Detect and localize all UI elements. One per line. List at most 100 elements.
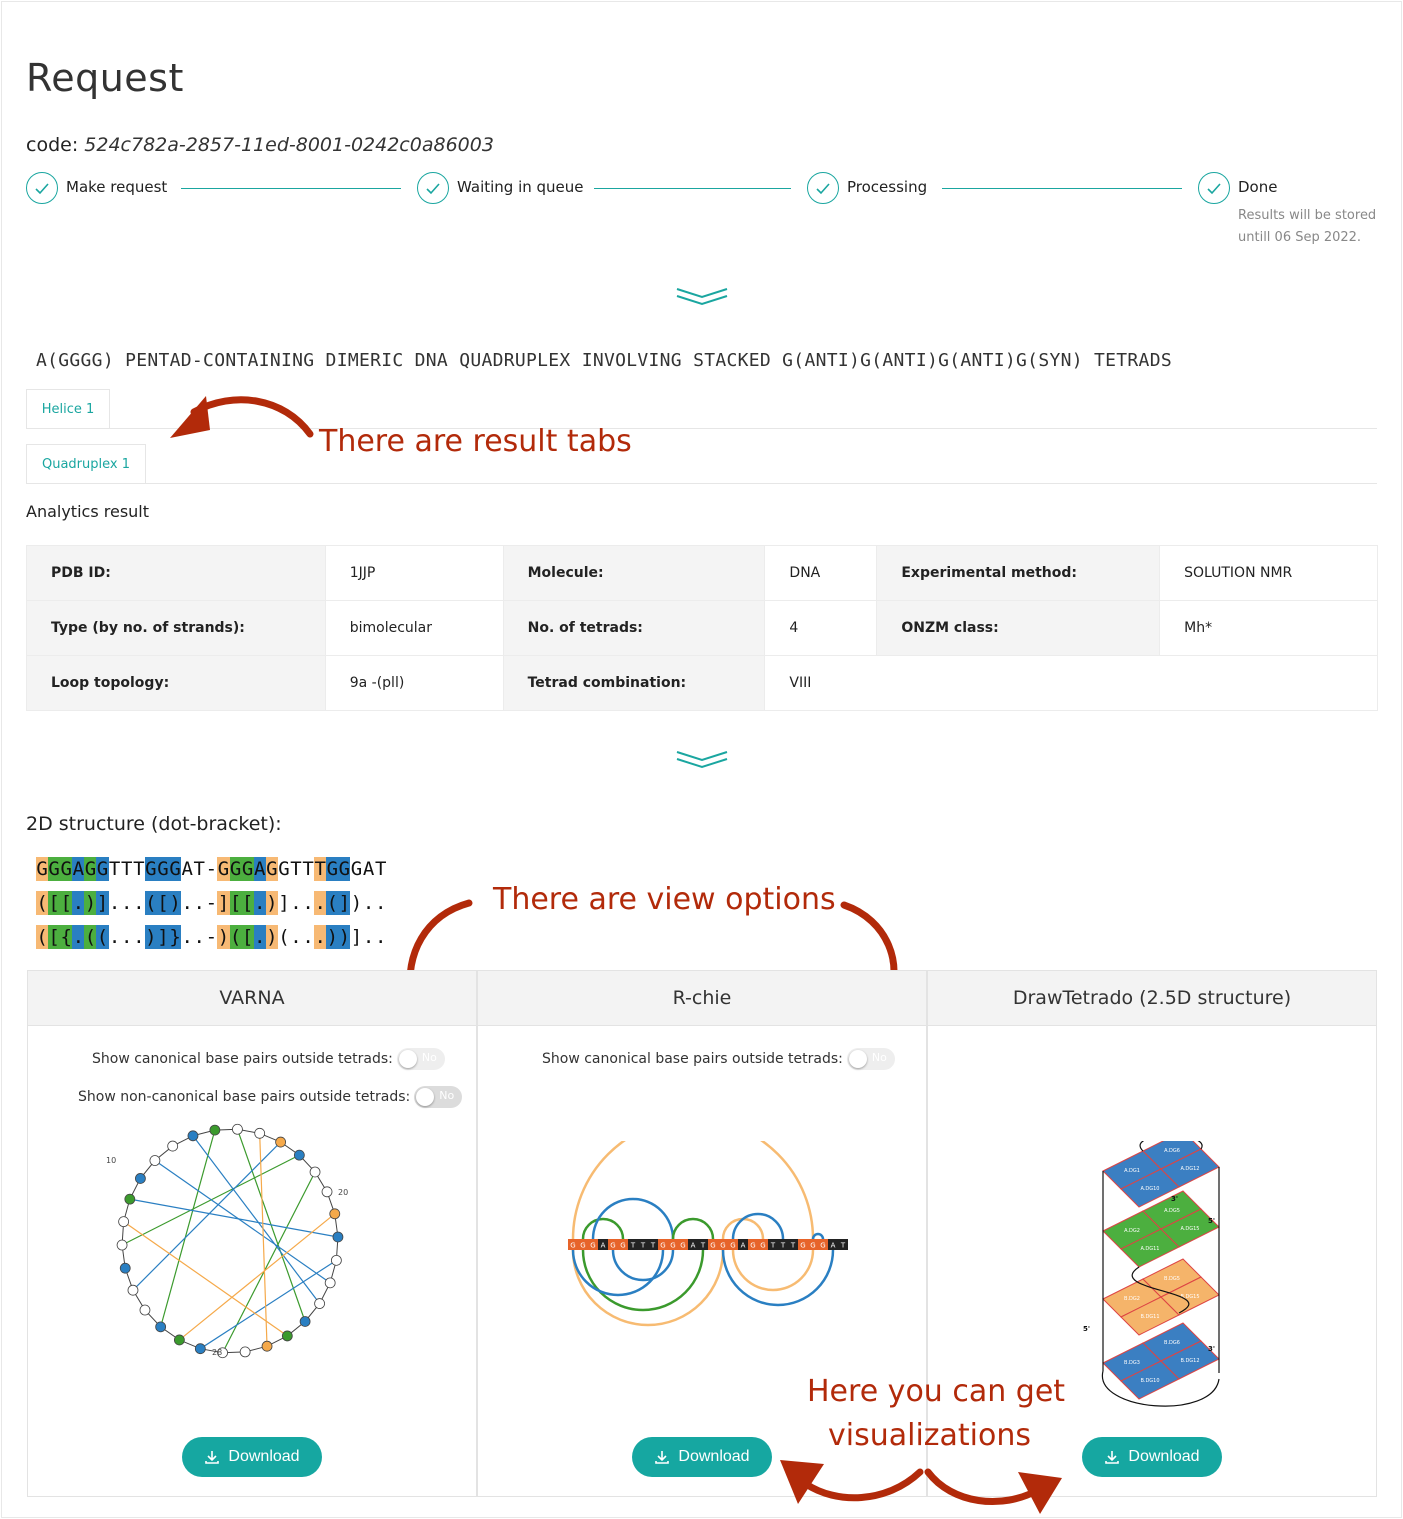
rchie-nucleotide-letter: G (610, 1242, 615, 1250)
tab-quadruplex-1[interactable]: Quadruplex 1 (26, 444, 146, 484)
varna-panel: VARNA Show canonical base pairs outside … (27, 970, 477, 1497)
analytics-key: Molecule: (502, 545, 766, 601)
dotbracket-char: . (290, 892, 302, 914)
dotbracket-char: . (120, 926, 133, 948)
dotbracket-char: . (181, 892, 193, 914)
check-icon (417, 172, 449, 204)
dotbracket-char: ] (350, 926, 363, 948)
rchie-nucleotide-letter: G (730, 1242, 735, 1250)
dotbracket-char: ) (84, 891, 97, 915)
dotbracket-line: ([[.)]...([).. -][[.)]...(]).. (36, 891, 387, 915)
rchie-arc (581, 1217, 625, 1240)
dotbracket-char: T (302, 858, 314, 880)
rchie-nucleotide-letter: G (590, 1242, 595, 1250)
tetrado-nucleotide-label: A.DG11 (1140, 1246, 1159, 1252)
varna-nucleotide (149, 1155, 161, 1166)
dotbracket-char: G (326, 857, 339, 881)
annotation-arrow-icon (170, 396, 314, 438)
dotbracket-char: [ (229, 891, 242, 915)
analytics-title: Analytics result (26, 502, 150, 521)
tab-label: Quadruplex 1 (41, 457, 130, 472)
step-done-description: Results will be stored untill 06 Sep 202… (1238, 208, 1377, 245)
varna-download-button[interactable]: Download (182, 1437, 322, 1477)
analytics-key: ONZM class: (876, 600, 1161, 656)
tetrado-strand-end: 3' (1208, 1345, 1215, 1353)
varna-nucleotide (275, 1136, 287, 1148)
check-icon (1198, 172, 1230, 204)
tetrado-nucleotide-label: A.DG1 (1124, 1168, 1140, 1174)
tetrado-nucleotide-label: B.DG2 (1124, 1296, 1140, 1302)
varna-nucleotide (309, 1166, 321, 1178)
dotbracket-char: A (253, 857, 266, 881)
rchie-nucleotide-letter: G (580, 1242, 585, 1250)
dotbracket-char: T (120, 858, 133, 880)
toggle-label: Show canonical base pairs outside tetrad… (92, 1051, 393, 1067)
dotbracket-char: . (314, 891, 327, 915)
rchie-nucleotide-letter: A (831, 1242, 836, 1250)
dotbracket-char: - (205, 926, 218, 948)
dotbracket-char: T (133, 858, 145, 880)
dotbracket-char: ( (278, 926, 290, 948)
download-icon (1105, 1451, 1120, 1464)
analytics-value: 9a -(pll) (324, 655, 504, 711)
toggle-canonical-switch[interactable]: No (846, 1048, 895, 1070)
tab-helice-1[interactable]: Helice 1 (26, 389, 110, 429)
chevron-down-icon[interactable] (676, 749, 728, 771)
dotbracket-char: { (60, 925, 73, 949)
toggle-state: No (871, 1051, 887, 1064)
dotbracket-char: G (169, 857, 182, 881)
dotbracket-char: - (205, 892, 218, 914)
dotbracket-char: ) (144, 925, 157, 949)
dotbracket-char: G (144, 857, 157, 881)
tetrado-strand-end: 3' (1171, 1195, 1178, 1203)
tetrado-nucleotide-label: B.DG12 (1180, 1358, 1199, 1364)
varna-nucleotide (254, 1127, 266, 1139)
dotbracket-char: T (108, 858, 121, 880)
dotbracket-char: [ (241, 891, 254, 915)
dotbracket-char: [ (156, 891, 170, 915)
varna-nucleotide (187, 1130, 199, 1142)
varna-nucleotide (209, 1124, 221, 1136)
dotbracket-char: } (169, 925, 182, 949)
rchie-nucleotide-letter: G (810, 1242, 815, 1250)
toggle-canonical-row: Show canonical base pairs outside tetrad… (92, 1048, 445, 1070)
dotbracket-char: G (338, 857, 351, 881)
drawtetrado-download-button[interactable]: Download (1082, 1437, 1222, 1477)
chevron-down-icon[interactable] (676, 286, 728, 308)
varna-nucleotide (293, 1149, 305, 1161)
rchie-download-button[interactable]: Download (632, 1437, 772, 1477)
toggle-canonical-switch[interactable]: No (396, 1048, 445, 1070)
step-label: Processing (847, 178, 928, 196)
tetrado-nucleotide-label: B.DG5 (1164, 1276, 1180, 1282)
analytics-value: Mh* (1159, 600, 1378, 656)
dotbracket-char: . (120, 892, 133, 914)
varna-nucleotide (332, 1231, 344, 1243)
dotbracket-char: G (241, 857, 254, 881)
rchie-nucleotide-letter: T (640, 1242, 646, 1250)
varna-base-pair (259, 1133, 268, 1347)
rchie-nucleotide-letter: G (620, 1242, 625, 1250)
annotation-visualizations-line1: Here you can get (807, 1374, 1066, 1409)
toggle-label: Show non-canonical base pairs outside te… (78, 1089, 411, 1105)
dotbracket-char: T (290, 858, 302, 880)
rchie-nucleotide-letter: G (760, 1242, 765, 1250)
toggle-label: Show canonical base pairs outside tetrad… (542, 1051, 843, 1067)
toggle-noncanonical-switch[interactable]: No (414, 1086, 463, 1108)
tetrado-nucleotide-label: B.DG10 (1140, 1378, 1159, 1384)
rchie-nucleotide-letter: A (601, 1242, 606, 1250)
dotbracket-char: - (205, 858, 218, 880)
rchie-nucleotide-letter: G (720, 1242, 725, 1250)
analytics-key: Tetrad combination: (502, 655, 766, 711)
rchie-arc (731, 1249, 815, 1292)
varna-nucleotide (118, 1216, 130, 1228)
varna-nucleotide (324, 1277, 336, 1289)
varna-nucleotide (232, 1123, 243, 1135)
rchie-nucleotide-letter: G (660, 1242, 665, 1250)
rchie-nucleotide-letter: T (630, 1242, 636, 1250)
page-title: Request (26, 56, 184, 100)
dotbracket-char: ] (278, 892, 290, 914)
rchie-nucleotide-letter: T (840, 1242, 846, 1250)
panel-title: R-chie (478, 971, 926, 1026)
varna-nucleotide (281, 1330, 293, 1342)
rchie-nucleotide-letter: G (820, 1242, 825, 1250)
